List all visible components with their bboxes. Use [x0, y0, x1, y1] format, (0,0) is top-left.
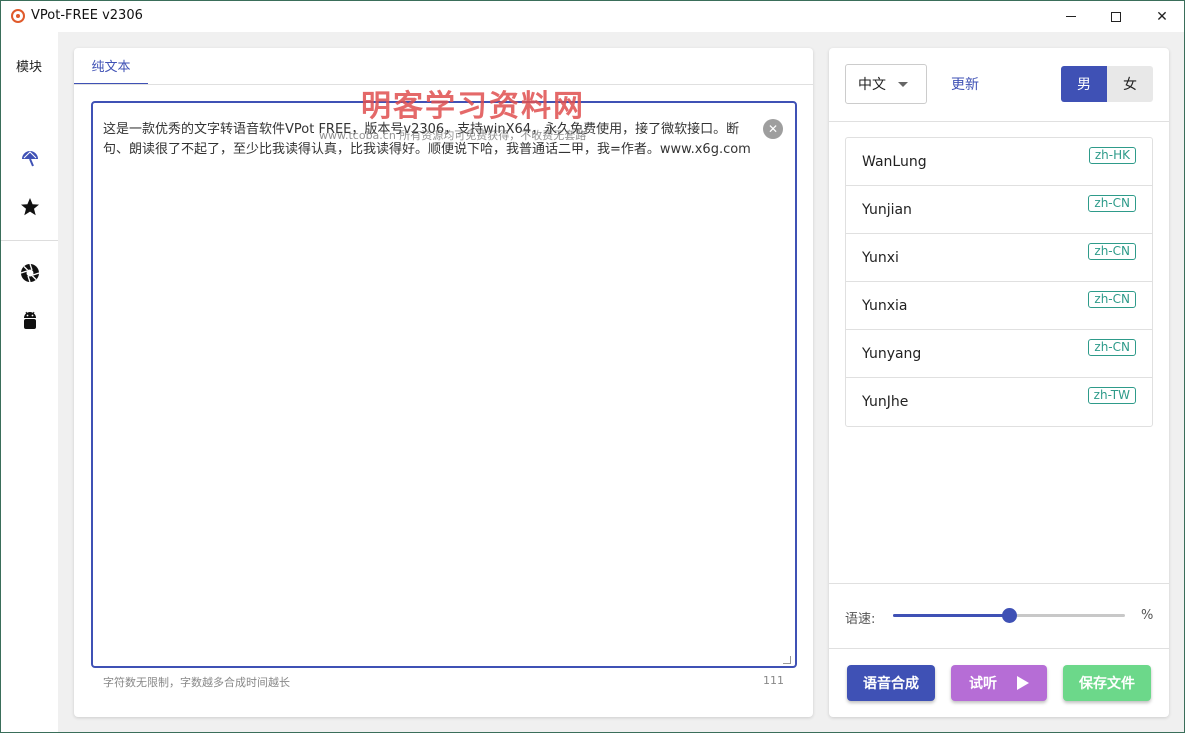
watermark-subtitle: www.tcoba.cn 所有资源均可免费获得，不收费无套路 [319, 129, 587, 142]
voice-name: Yunjian [862, 202, 912, 218]
tab-plain-text[interactable]: 纯文本 [74, 48, 148, 85]
listen-button[interactable]: 试听 [951, 665, 1047, 701]
app-window: VPot-FREE v2306 ✕ 模块 纯文本 这是一款优秀的文字转语音软件V… [0, 0, 1185, 733]
listen-label: 试听 [969, 676, 997, 692]
close-icon: ✕ [1156, 8, 1168, 25]
locale-badge: zh-CN [1088, 339, 1136, 356]
panel-divider [829, 121, 1169, 122]
locale-badge: zh-CN [1088, 243, 1136, 260]
app-logo-icon [11, 9, 25, 23]
voice-list-item[interactable]: WanLung zh-HK [846, 138, 1152, 186]
locale-badge: zh-CN [1088, 291, 1136, 308]
voice-name: YunJhe [862, 394, 909, 410]
locale-badge: zh-TW [1087, 387, 1136, 404]
maximize-icon [1111, 11, 1121, 22]
maximize-button[interactable] [1093, 1, 1139, 32]
close-button[interactable]: ✕ [1139, 1, 1185, 32]
language-select[interactable]: 中文 [845, 64, 927, 104]
locale-badge: zh-HK [1088, 147, 1136, 164]
update-button[interactable]: 更新 [951, 74, 979, 94]
clear-icon: ✕ [767, 122, 779, 136]
speed-slider[interactable] [893, 608, 1125, 623]
synthesize-label: 语音合成 [863, 676, 919, 692]
voice-list-item[interactable]: Yunyang zh-CN [846, 330, 1152, 378]
voice-list: WanLung zh-HK Yunjian zh-CN Yunxi zh-CN … [845, 137, 1153, 427]
gender-female-button[interactable]: 女 [1107, 66, 1153, 102]
sidebar-divider [1, 240, 58, 241]
speed-label: 语速: [845, 612, 876, 627]
speed-unit: % [1141, 608, 1154, 623]
sidebar-label: 模块 [16, 60, 43, 75]
voice-list-item[interactable]: Yunxia zh-CN [846, 282, 1152, 330]
char-limit-hint: 字符数无限制，字数越多合成时间越长 [103, 676, 290, 689]
speed-slider-fill [893, 614, 1009, 617]
voice-list-item[interactable]: Yunxi zh-CN [846, 234, 1152, 282]
text-input[interactable]: 这是一款优秀的文字转语音软件VPot FREE，版本号v2306，支持winX6… [91, 101, 797, 668]
voice-name: WanLung [862, 154, 927, 170]
speed-slider-thumb[interactable] [1002, 608, 1017, 623]
panel-divider [829, 648, 1169, 649]
minimize-icon [1066, 16, 1076, 17]
gender-toggle: 男 女 [1061, 66, 1153, 102]
language-value: 中文 [858, 77, 886, 93]
panel-divider [829, 583, 1169, 584]
editor-panel: 纯文本 这是一款优秀的文字转语音软件VPot FREE，版本号v2306，支持w… [74, 48, 813, 717]
char-count: 111 [763, 674, 784, 687]
voice-list-item[interactable]: YunJhe zh-TW [846, 378, 1152, 426]
android-icon[interactable] [19, 310, 41, 332]
voice-panel: 中文 更新 男 女 WanLung zh-HK Yunjian zh-CN Yu… [829, 48, 1169, 717]
voice-name: Yunxia [862, 298, 908, 314]
play-icon [1017, 676, 1029, 690]
voice-name: Yunxi [862, 250, 899, 266]
title-bar: VPot-FREE v2306 ✕ [1, 1, 1184, 32]
minimize-button[interactable] [1048, 1, 1094, 32]
save-file-button[interactable]: 保存文件 [1063, 665, 1151, 701]
star-icon[interactable] [19, 196, 41, 218]
watermark-title: 明客学习资料网 [361, 89, 585, 124]
voice-name: Yunyang [862, 346, 922, 362]
umbrella-icon[interactable] [19, 148, 41, 170]
gender-male-button[interactable]: 男 [1061, 66, 1107, 102]
resize-handle[interactable] [783, 656, 791, 664]
save-file-label: 保存文件 [1079, 676, 1135, 692]
synthesize-button[interactable]: 语音合成 [847, 665, 935, 701]
aperture-icon[interactable] [19, 262, 41, 284]
window-title: VPot-FREE v2306 [31, 8, 143, 23]
locale-badge: zh-CN [1088, 195, 1136, 212]
chevron-down-icon [898, 82, 908, 87]
voice-list-item[interactable]: Yunjian zh-CN [846, 186, 1152, 234]
clear-text-button[interactable]: ✕ [763, 119, 783, 139]
module-sidebar: 模块 [1, 32, 58, 732]
